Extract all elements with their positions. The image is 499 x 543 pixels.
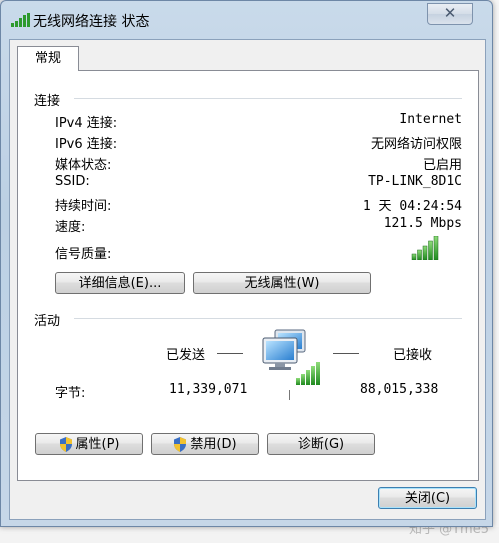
signal-bar bbox=[417, 249, 422, 260]
section-divider bbox=[74, 98, 462, 99]
duration-value: 1 天 04:24:54 bbox=[362, 199, 462, 214]
bytes-label: 字节: bbox=[55, 386, 86, 401]
tab-label: 常规 bbox=[34, 51, 61, 66]
signal-bar bbox=[428, 240, 433, 260]
general-panel: 连接 IPv4 连接: Internet IPv6 连接: 无网络访问权限 媒体… bbox=[17, 70, 479, 481]
uac-shield-icon bbox=[59, 437, 72, 452]
title-bar[interactable]: 无线网络连接 状态 ✕ bbox=[1, 1, 492, 39]
disable-button-label: 禁用(D) bbox=[190, 437, 237, 452]
close-icon: ✕ bbox=[443, 4, 457, 22]
media-state-label: 媒体状态: bbox=[55, 158, 112, 173]
window-close-button[interactable]: ✕ bbox=[427, 3, 473, 25]
ipv6-label: IPv6 连接: bbox=[55, 137, 118, 152]
signal-quality-label: 信号质量: bbox=[55, 247, 112, 262]
signal-bar bbox=[306, 370, 310, 385]
ipv6-value: 无网络访问权限 bbox=[370, 137, 462, 152]
tab-general[interactable]: 常规 bbox=[17, 46, 79, 71]
ssid-label: SSID: bbox=[55, 174, 90, 189]
connection-section-title: 连接 bbox=[34, 94, 61, 109]
signal-bar bbox=[296, 378, 300, 385]
wireless-properties-button[interactable]: 无线属性(W) bbox=[193, 272, 371, 294]
disable-button[interactable]: 禁用(D) bbox=[151, 433, 259, 455]
media-state-value: 已启用 bbox=[422, 158, 462, 173]
window-title: 无线网络连接 状态 bbox=[33, 14, 150, 30]
signal-bar bbox=[311, 366, 315, 385]
bytes-received-value: 88,015,338 bbox=[360, 382, 439, 397]
signal-bar bbox=[316, 362, 320, 385]
signal-bar bbox=[301, 374, 305, 385]
properties-button-label: 属性(P) bbox=[75, 437, 120, 452]
duration-label: 持续时间: bbox=[55, 199, 112, 214]
activity-section-title: 活动 bbox=[34, 314, 61, 329]
ssid-value: TP-LINK_8D1C bbox=[368, 174, 462, 189]
bytes-sent-value: 11,339,071 bbox=[169, 382, 248, 397]
signal-bar bbox=[422, 245, 428, 260]
speed-value: 121.5 Mbps bbox=[383, 216, 462, 231]
signal-strength-icon bbox=[411, 236, 439, 260]
section-divider bbox=[74, 318, 462, 319]
properties-button[interactable]: 属性(P) bbox=[35, 433, 143, 455]
close-button-label: 关闭(C) bbox=[404, 491, 451, 506]
ipv4-label: IPv4 连接: bbox=[55, 116, 118, 131]
signal-bar bbox=[433, 236, 439, 260]
network-computers-icon bbox=[262, 329, 320, 385]
diagnose-button[interactable]: 诊断(G) bbox=[267, 433, 375, 455]
uac-shield-icon bbox=[174, 437, 187, 452]
close-button[interactable]: 关闭(C) bbox=[378, 487, 477, 509]
diagnose-button-label: 诊断(G) bbox=[297, 437, 345, 452]
details-button-label: 详细信息(E)... bbox=[78, 276, 162, 291]
wireless-signal-icon bbox=[11, 13, 30, 27]
speed-label: 速度: bbox=[55, 220, 86, 235]
sent-label: 已发送 bbox=[166, 348, 206, 363]
wireless-properties-label: 无线属性(W) bbox=[244, 276, 320, 291]
received-label: 已接收 bbox=[393, 348, 433, 363]
ipv4-value: Internet bbox=[399, 112, 462, 127]
signal-bar bbox=[411, 253, 417, 260]
details-button[interactable]: 详细信息(E)... bbox=[55, 272, 185, 294]
received-dash bbox=[333, 353, 359, 354]
status-dialog: 无线网络连接 状态 ✕ 常规 连接 IPv4 连接: Internet IPv6… bbox=[0, 0, 493, 527]
activity-divider bbox=[289, 390, 290, 400]
dialog-client-area: 常规 连接 IPv4 连接: Internet IPv6 连接: 无网络访问权限… bbox=[9, 39, 486, 520]
sent-dash bbox=[217, 353, 243, 354]
